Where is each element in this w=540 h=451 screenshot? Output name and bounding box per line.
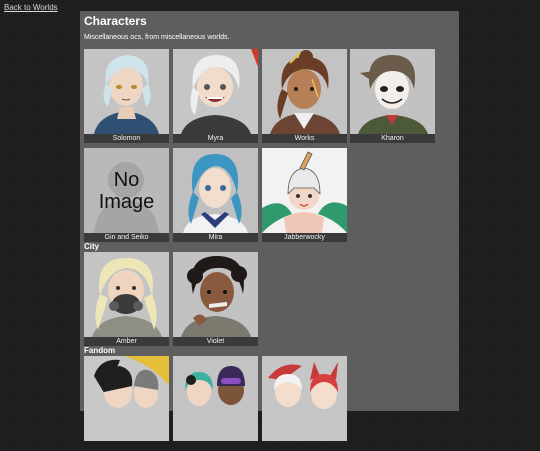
- character-name: Works: [262, 134, 347, 143]
- character-thumbnail: [262, 356, 347, 441]
- character-card-myra[interactable]: Myra: [173, 49, 258, 144]
- character-card-gin-and-seiko[interactable]: No Image Gin and Seiko: [84, 148, 169, 243]
- character-thumbnail: [262, 49, 347, 134]
- character-thumbnail: [84, 356, 169, 441]
- character-name: Mira: [173, 233, 258, 242]
- character-card-amber[interactable]: Amber: [84, 252, 169, 347]
- section-heading-city: City: [84, 242, 100, 251]
- no-image-line1: No: [113, 168, 140, 191]
- character-thumbnail: [173, 49, 258, 134]
- character-name: Myra: [173, 134, 258, 143]
- page-title: Characters: [84, 14, 147, 28]
- character-thumbnail: [173, 148, 258, 233]
- character-card-works[interactable]: Works: [262, 49, 347, 144]
- back-to-worlds-link[interactable]: Back to Worlds: [4, 3, 58, 12]
- no-image-placeholder: No Image: [84, 148, 169, 233]
- character-card-jabberwocky[interactable]: Jabberwocky: [262, 148, 347, 243]
- character-thumbnail: [84, 252, 169, 337]
- character-card-violet[interactable]: Violet: [173, 252, 258, 347]
- character-name: Gin and Seiko: [84, 233, 169, 242]
- fandom-card-2[interactable]: [173, 356, 258, 451]
- character-thumbnail: [262, 148, 347, 233]
- section-heading-fandom: Fandom: [84, 346, 116, 355]
- page-subtitle: Miscellaneous ocs, from miscellaneous wo…: [84, 34, 230, 41]
- character-name: Solomon: [84, 134, 169, 143]
- character-name: Amber: [84, 337, 169, 346]
- character-name: Kharon: [350, 134, 435, 143]
- character-card-solomon[interactable]: Solomon: [84, 49, 169, 144]
- character-card-mira[interactable]: Mira: [173, 148, 258, 243]
- characters-panel: Characters Miscellaneous ocs, from misce…: [80, 11, 459, 441]
- fandom-card-1[interactable]: [84, 356, 169, 451]
- no-image-line2: Image: [98, 190, 155, 213]
- character-name: Jabberwocky: [262, 233, 347, 242]
- character-card-kharon[interactable]: Kharon: [350, 49, 435, 144]
- character-name: Violet: [173, 337, 258, 346]
- character-thumbnail: [173, 356, 258, 441]
- character-thumbnail: [173, 252, 258, 337]
- character-thumbnail: [84, 49, 169, 134]
- fandom-card-3[interactable]: [262, 356, 347, 451]
- character-thumbnail: [350, 49, 435, 134]
